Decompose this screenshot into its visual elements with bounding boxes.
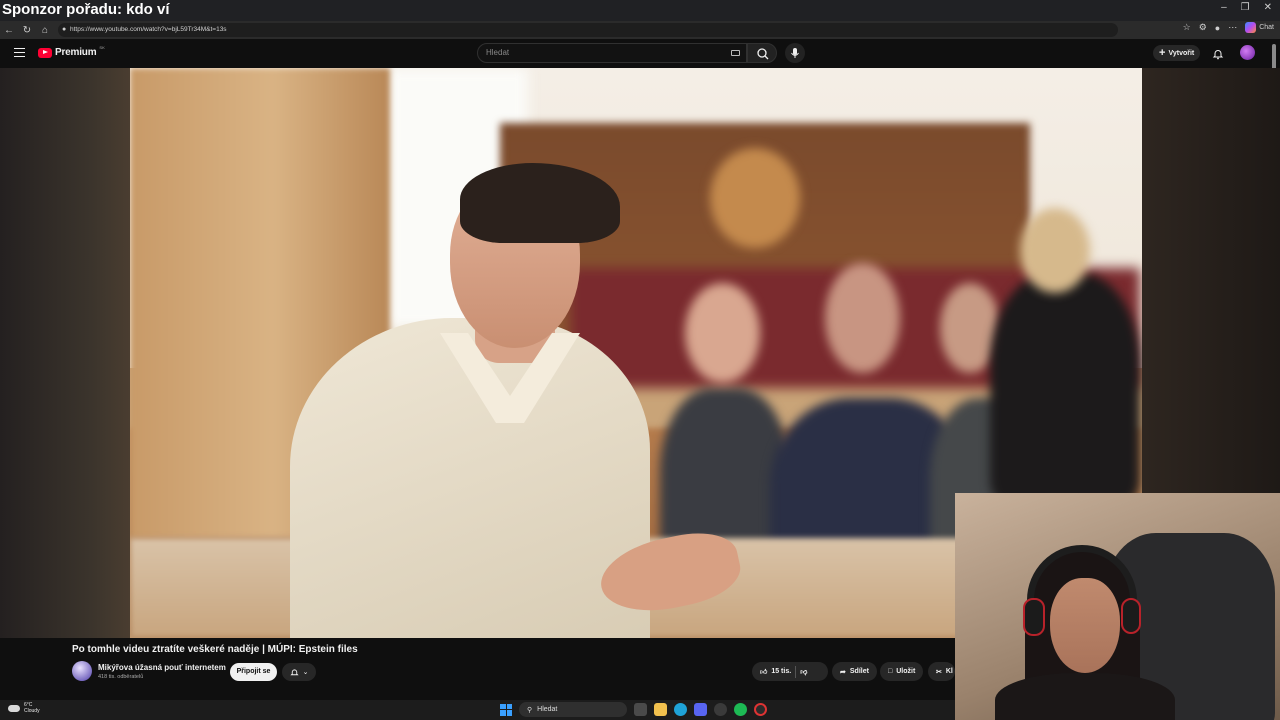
weather-widget[interactable]: 6°C Cloudy (8, 702, 40, 714)
restore-icon[interactable]: ❐ (1241, 2, 1250, 13)
discord-icon[interactable] (694, 703, 707, 716)
search-input[interactable]: Hledat (477, 43, 747, 63)
copilot-icon (1245, 22, 1257, 33)
search-icon: ⚲ (527, 706, 533, 714)
create-button[interactable]: + Vytvořit (1153, 45, 1201, 61)
headset-earcup-right (1121, 598, 1141, 634)
subscription-notification-button[interactable]: ⌄ (282, 663, 316, 681)
search-placeholder: Hledat (486, 48, 510, 57)
extensions-icon[interactable]: ⚙ (1199, 22, 1207, 33)
like-button[interactable]: 👍︎ 15 tis. (760, 667, 791, 676)
youtube-play-icon (38, 47, 52, 58)
subscriber-count: 418 tis. odběratelů (98, 674, 144, 680)
edge-icon[interactable] (674, 703, 687, 716)
keyboard-icon[interactable] (731, 50, 740, 56)
clip-label: Kl (945, 668, 953, 675)
chrome-icon[interactable] (714, 703, 727, 716)
notifications-button[interactable] (1212, 47, 1224, 60)
minimize-icon[interactable]: – (1221, 2, 1227, 13)
divider (795, 665, 797, 678)
address-bar[interactable]: ● https://www.youtube.com/watch?v=bjL59T… (58, 23, 1118, 37)
browser-toolbar: ← ↻ ⌂ ● https://www.youtube.com/watch?v=… (0, 21, 1280, 39)
save-label: Uložit (896, 668, 916, 675)
region-code: SK (99, 45, 105, 50)
taskbar-search[interactable]: ⚲ Hledat (519, 702, 627, 717)
create-label: Vytvořit (1168, 49, 1195, 57)
webcam-overlay (955, 493, 1280, 720)
taskbar-apps: ⚲ Hledat (500, 702, 767, 717)
back-icon[interactable]: ← (0, 25, 18, 36)
dislike-button[interactable]: 👎︎ (800, 667, 807, 676)
youtube-logo[interactable]: Premium SK (38, 45, 105, 58)
streamer-body (995, 673, 1175, 720)
youtube-header: Premium SK Hledat + Vytvořit (0, 39, 1280, 68)
url-text: https://www.youtube.com/watch?v=bjL59Tr3… (70, 26, 227, 33)
file-explorer-icon[interactable] (654, 703, 667, 716)
stream-overlay-title: Sponzor pořadu: kdo ví (2, 1, 170, 18)
home-icon[interactable]: ⌂ (36, 25, 54, 36)
search-button[interactable] (747, 43, 777, 63)
share-label: Sdílet (849, 668, 869, 675)
bell-icon (289, 668, 299, 675)
thumbs-down-icon: 👎︎ (800, 669, 808, 676)
refresh-icon[interactable]: ↻ (18, 25, 36, 36)
voice-search-button[interactable] (785, 43, 805, 63)
chat-label: Chat (1259, 24, 1274, 31)
screen: – ❐ ✕ Sponzor pořadu: kdo ví ← ↻ ⌂ ● htt… (0, 0, 1280, 720)
obs-icon[interactable] (754, 703, 767, 716)
task-view-icon[interactable] (634, 703, 647, 716)
weather-text: 6°C Cloudy (24, 702, 40, 714)
microphone-icon (791, 48, 799, 58)
background-head-1 (685, 283, 760, 383)
clip-button[interactable]: ✂ Kl (928, 662, 955, 681)
plus-icon: + (1159, 47, 1166, 59)
chevron-down-icon: ⌄ (302, 669, 309, 676)
spotify-icon[interactable] (734, 703, 747, 716)
lock-icon: ● (62, 26, 67, 33)
more-icon[interactable]: ⋯ (1228, 22, 1237, 33)
channel-avatar[interactable] (72, 661, 92, 681)
browser-extensions: ☆ ⚙ ● ⋯ Chat (1183, 22, 1274, 33)
thumbs-up-icon: 👍︎ (760, 669, 768, 676)
join-button[interactable]: Připojit se (230, 663, 277, 681)
browser-titlebar: – ❐ ✕ (0, 0, 1280, 21)
user-avatar[interactable] (1240, 45, 1255, 60)
background-head-2 (825, 263, 900, 373)
windows-start-icon[interactable] (500, 703, 512, 716)
like-dislike-group: 👍︎ 15 tis. 👎︎ (752, 662, 828, 681)
background-head-4 (1020, 208, 1090, 293)
window-controls: – ❐ ✕ (1221, 2, 1272, 13)
weather-condition: Cloudy (24, 708, 40, 714)
ambient-glow-left (0, 68, 130, 638)
search-icon (757, 48, 769, 60)
close-icon[interactable]: ✕ (1264, 2, 1272, 13)
youtube-premium-label: Premium (55, 47, 97, 58)
headset-earcup-left (1023, 598, 1045, 636)
copilot-chat-button[interactable]: Chat (1245, 22, 1274, 33)
scissors-icon: ✂ (936, 668, 942, 676)
save-button[interactable]: □ Uložit (880, 662, 924, 681)
share-icon: ➦ (840, 668, 846, 676)
favorite-icon[interactable]: ☆ (1183, 22, 1191, 33)
like-count: 15 tis. (771, 668, 792, 675)
background-person-4 (990, 273, 1140, 503)
share-button[interactable]: ➦ Sdílet (832, 662, 877, 681)
taskbar-search-label: Hledat (537, 706, 558, 713)
profile-icon[interactable]: ● (1215, 23, 1220, 33)
video-title: Po tomhle videu ztratíte veškeré naděje … (72, 644, 358, 655)
channel-name[interactable]: Mikýřova úžasná pouť internetem (98, 663, 226, 672)
hamburger-menu-icon[interactable] (14, 48, 25, 57)
cloud-icon (8, 704, 20, 712)
bell-icon (1212, 50, 1224, 60)
court-emblem (710, 148, 800, 248)
bookmark-icon: □ (888, 668, 893, 675)
